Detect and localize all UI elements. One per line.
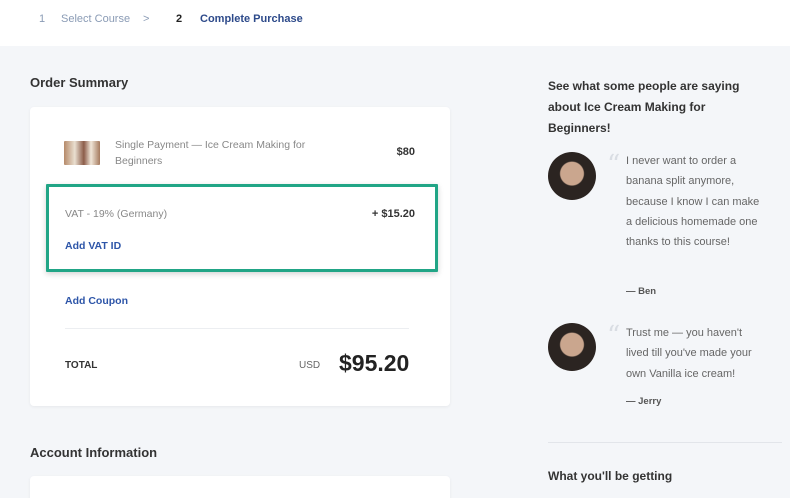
total-amount: $95.20 [339,350,410,376]
testimonial-avatar-ben [548,152,596,200]
step-separator: > [143,13,150,25]
testimonial-author-2: — Jerry [626,396,662,407]
step-1-number: 1 [39,13,46,25]
account-information-card [30,476,450,498]
total-divider [65,328,409,329]
testimonial-quote-1: I never want to order a banana split any… [626,155,760,249]
testimonials-title: See what some people are saying about Ic… [548,79,740,135]
account-information-title: Account Information [30,445,158,460]
quote-mark-icon: “ [607,150,621,180]
total-currency: USD [299,360,321,371]
vat-amount: + $15.20 [371,208,415,220]
vat-highlight-box [46,184,438,272]
order-item-price: $80 [396,146,415,158]
order-summary-title: Order Summary [30,75,129,90]
step-1-select-course-link[interactable]: Select Course [61,13,130,25]
testimonial-avatar-jerry [548,323,596,371]
add-coupon-link[interactable]: Add Coupon [65,295,128,307]
course-thumbnail [64,141,100,165]
quote-mark-icon: “ [607,321,621,351]
right-column-divider [548,442,782,443]
testimonial-author-1: — Ben [626,286,657,297]
what-youll-be-getting-title: What you'll be getting [548,469,673,483]
vat-label: VAT - 19% (Germany) [65,208,168,220]
order-item-name: Single Payment — Ice Cream Making for Be… [115,139,306,167]
add-vat-id-link[interactable]: Add VAT ID [65,240,121,252]
step-2-complete-purchase: Complete Purchase [200,13,303,25]
total-label: TOTAL [65,360,98,371]
step-2-number: 2 [176,13,183,25]
testimonial-quote-2: Trust me — you haven't lived till you've… [626,327,752,380]
checkout-steps-bar: 1 Select Course > 2 Complete Purchase [0,0,790,46]
